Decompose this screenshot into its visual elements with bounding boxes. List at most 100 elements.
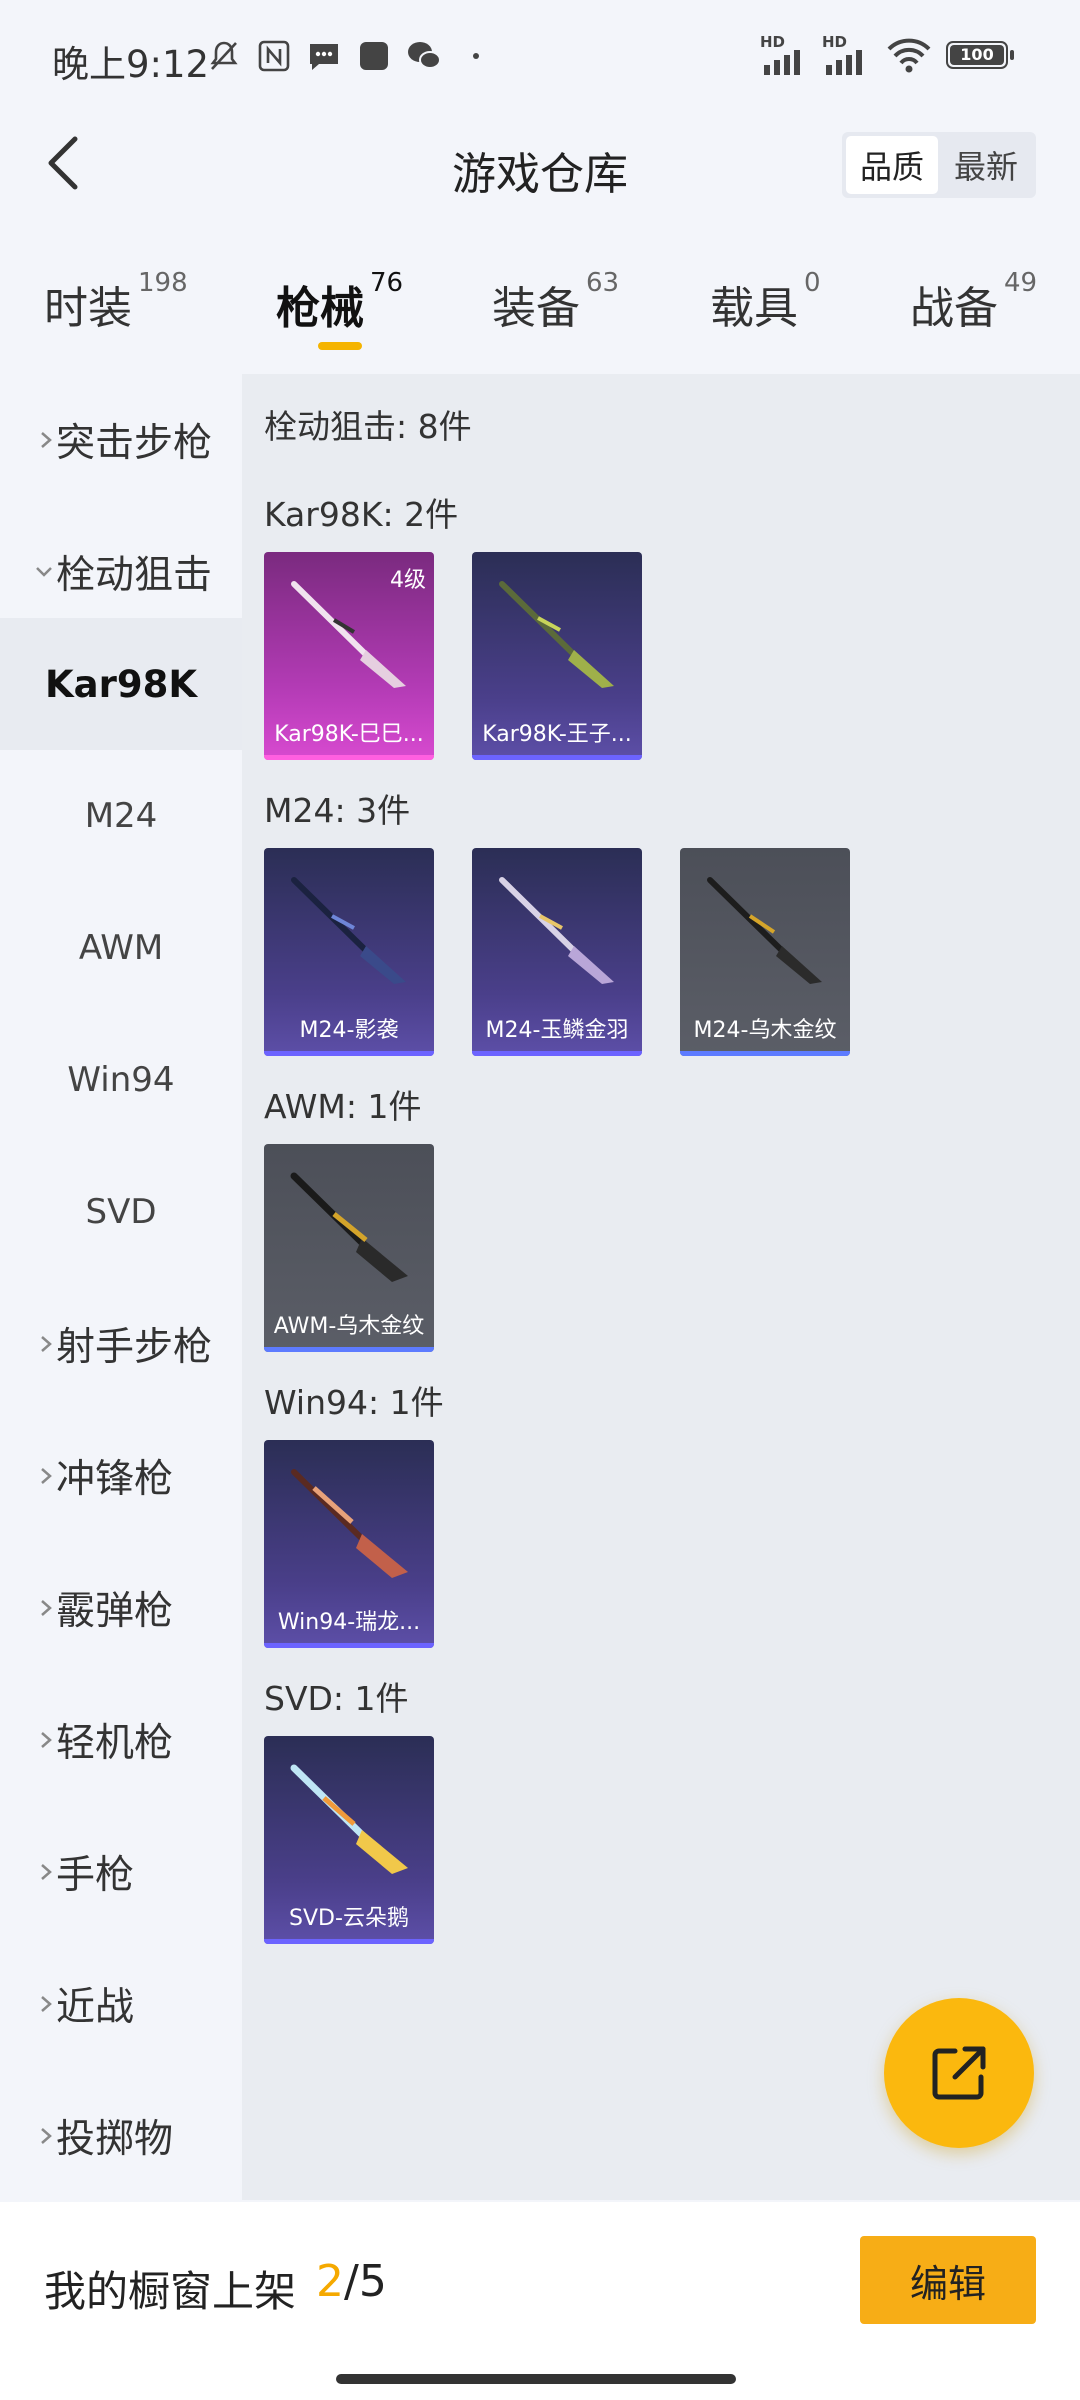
share-external-icon — [932, 2046, 986, 2100]
rifle-skin-icon — [291, 1469, 408, 1578]
rifle-skin-icon — [707, 877, 822, 984]
sidebar-item-lmg[interactable]: 轻机枪 — [0, 1674, 242, 1806]
nfc-icon — [256, 38, 292, 74]
item-name: M24-玉鳞金羽 — [485, 1018, 629, 1043]
active-tab-indicator — [318, 342, 362, 350]
item-card[interactable]: SVD-云朵鹅 — [264, 1736, 434, 1944]
sidebar-item-label: 射手步枪 — [56, 1325, 213, 1370]
edit-button[interactable]: 编辑 — [860, 2236, 1036, 2324]
share-button[interactable] — [884, 1998, 1034, 2148]
rifle-skin-icon — [291, 877, 406, 984]
sidebar-subitem-awm[interactable]: AWM — [0, 882, 242, 1014]
showcase-count: 2/5 — [316, 2256, 387, 2307]
item-name: M24-乌木金纹 — [693, 1018, 837, 1043]
chevron-down-icon — [0, 562, 56, 582]
tab-equipment-count: 63 — [586, 268, 620, 298]
rarity-bar — [264, 1347, 434, 1352]
rifle-skin-icon — [499, 581, 614, 688]
tab-vehicles-count: 0 — [804, 268, 821, 298]
bell-muted-icon — [206, 38, 242, 74]
sidebar-item-label: 轻机枪 — [56, 1721, 174, 1766]
item-card[interactable]: 4级 Kar98K-巳巳... — [264, 552, 434, 760]
signal-1-icon: HD — [760, 30, 812, 80]
item-card[interactable]: Win94-瑞龙... — [264, 1440, 434, 1648]
tab-equipment-label: 装备 — [492, 283, 580, 334]
item-card[interactable]: AWM-乌木金纹 — [264, 1144, 434, 1352]
item-name: Kar98K-王子... — [482, 722, 632, 747]
section-title: 栓动狙击: 8件 — [264, 407, 472, 446]
sort-newest-button[interactable]: 最新 — [940, 136, 1032, 194]
rarity-bar — [264, 1939, 434, 1944]
item-card[interactable]: M24-玉鳞金羽 — [472, 848, 642, 1056]
group-title-win94: Win94: 1件 — [264, 1383, 444, 1422]
group-title-m24: M24: 3件 — [264, 791, 411, 830]
rarity-bar — [680, 1051, 850, 1056]
tab-equipment[interactable]: 装备 63 — [492, 268, 619, 336]
rifle-skin-icon — [499, 877, 614, 984]
chevron-right-icon — [0, 1992, 56, 2016]
item-name: Kar98K-巳巳... — [274, 722, 424, 747]
rarity-bar — [264, 1643, 434, 1648]
chevron-right-icon — [0, 428, 56, 452]
sidebar-subitem-kar98k[interactable]: Kar98K — [0, 618, 242, 750]
chevron-right-icon — [0, 2124, 56, 2148]
rifle-skin-icon — [290, 1172, 408, 1282]
rifle-skin-icon — [290, 1764, 408, 1874]
sidebar-subitem-win94[interactable]: Win94 — [0, 1014, 242, 1146]
sidebar-item-label: 手枪 — [56, 1853, 135, 1898]
chevron-right-icon — [0, 1464, 56, 1488]
rarity-bar — [264, 755, 434, 760]
wifi-icon — [886, 30, 932, 80]
item-card[interactable]: Kar98K-王子... — [472, 552, 642, 760]
sidebar: 突击步枪 栓动狙击 Kar98K M24 AWM Win94 SVD 射手步枪 … — [0, 374, 242, 2200]
tab-fashion[interactable]: 时装 198 — [44, 268, 188, 336]
home-indicator[interactable] — [336, 2374, 736, 2384]
tab-combat-supplies[interactable]: 战备 49 — [910, 268, 1037, 336]
sidebar-item-label: 投掷物 — [56, 2117, 174, 2162]
sidebar-item-pistol[interactable]: 手枪 — [0, 1806, 242, 1938]
message-icon — [306, 38, 342, 74]
status-bar: 晚上9:12 HD HD 100 — [0, 0, 1080, 118]
battery-level: 100 — [960, 45, 994, 64]
item-name: Win94-瑞龙... — [277, 1610, 421, 1635]
sidebar-subitem-m24[interactable]: M24 — [0, 750, 242, 882]
chevron-right-icon — [0, 1596, 56, 1620]
showcase-label: 我的橱窗上架 — [44, 2267, 297, 2316]
tab-combat-supplies-count: 49 — [1004, 268, 1038, 298]
sort-quality-button[interactable]: 品质 — [846, 136, 938, 194]
sidebar-item-smg[interactable]: 冲锋枪 — [0, 1410, 242, 1542]
item-name: AWM-乌木金纹 — [273, 1314, 425, 1339]
signal-2-icon: HD — [822, 30, 874, 80]
item-grid-area[interactable]: 栓动狙击: 8件 Kar98K: 2件 4级 Kar98K-巳巳... Kar9… — [242, 374, 1080, 2200]
tab-firearms-label: 枪械 — [276, 283, 364, 334]
item-name: M24-影袭 — [299, 1018, 399, 1043]
sidebar-item-marksman-rifle[interactable]: 射手步枪 — [0, 1278, 242, 1410]
rarity-bar — [472, 755, 642, 760]
rarity-bar — [472, 1051, 642, 1056]
sidebar-item-label: 突击步枪 — [56, 421, 213, 466]
more-dot-icon — [458, 38, 494, 74]
tab-vehicles[interactable]: 载具 0 — [710, 268, 821, 336]
sidebar-item-melee[interactable]: 近战 — [0, 1938, 242, 2070]
item-name: SVD-云朵鹅 — [289, 1906, 409, 1931]
rarity-bar — [264, 1051, 434, 1056]
sidebar-item-shotgun[interactable]: 霰弹枪 — [0, 1542, 242, 1674]
sidebar-subitem-svd[interactable]: SVD — [0, 1146, 242, 1278]
sidebar-item-label: 冲锋枪 — [56, 1457, 174, 1502]
chevron-right-icon — [0, 1860, 56, 1884]
item-card[interactable]: M24-影袭 — [264, 848, 434, 1056]
item-level-badge: 4级 — [390, 568, 426, 593]
chevron-right-icon — [0, 1332, 56, 1356]
tab-fashion-label: 时装 — [44, 283, 132, 334]
sidebar-item-assault-rifle[interactable]: 突击步枪 — [0, 374, 242, 506]
showcase-current: 2 — [316, 2256, 344, 2307]
tab-firearms[interactable]: 枪械 76 — [276, 268, 403, 336]
tab-combat-supplies-label: 战备 — [910, 283, 998, 334]
group-title-awm: AWM: 1件 — [264, 1087, 422, 1126]
sidebar-item-label: 栓动狙击 — [56, 553, 213, 598]
sidebar-item-throwables[interactable]: 投掷物 — [0, 2070, 242, 2202]
chevron-right-icon — [0, 1728, 56, 1752]
item-card[interactable]: M24-乌木金纹 — [680, 848, 850, 1056]
group-title-svd: SVD: 1件 — [264, 1679, 409, 1718]
wechat-icon — [406, 38, 442, 74]
